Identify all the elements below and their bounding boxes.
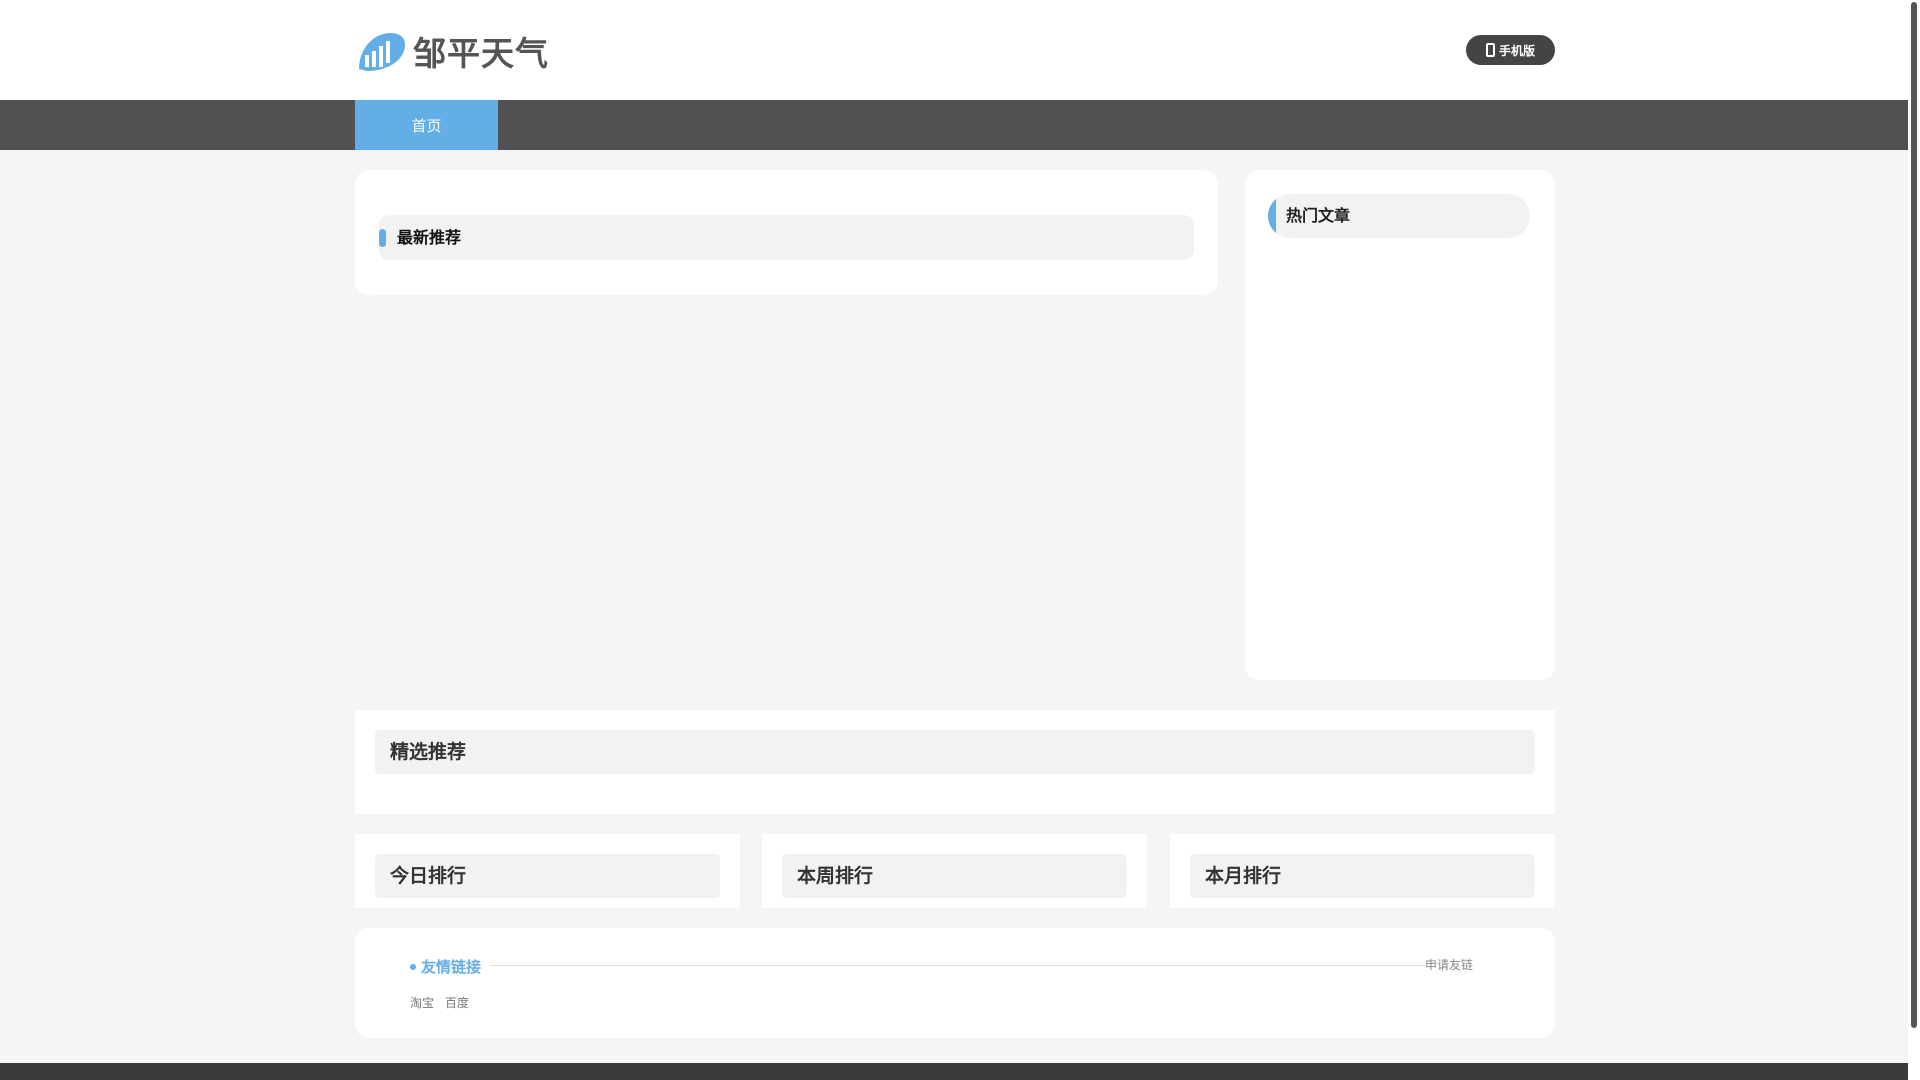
friend-links-list: 淘宝 百度 [410, 994, 469, 1011]
featured-header: 精选推荐 [375, 730, 1535, 774]
hot-header: 热门文章 [1268, 194, 1530, 238]
friend-link-taobao[interactable]: 淘宝 [410, 994, 434, 1011]
rank-month-section: 本月排行 [1170, 834, 1555, 908]
main-nav: 首页 [0, 100, 1908, 150]
latest-section: 最新推荐 [355, 170, 1218, 295]
rank-today-header: 今日排行 [375, 854, 720, 898]
featured-section: 精选推荐 [355, 710, 1555, 814]
nav-item-home[interactable]: 首页 [355, 100, 498, 150]
bullet-icon [410, 963, 416, 970]
mobile-version-button[interactable]: 手机版 [1466, 35, 1555, 65]
rank-today-title: 今日排行 [390, 865, 467, 887]
divider [490, 965, 1425, 966]
site-logo[interactable]: 邹平天气 [355, 29, 549, 73]
header: 邹平天气 手机版 [0, 0, 1908, 100]
site-name: 邹平天气 [413, 34, 549, 73]
latest-title: 最新推荐 [397, 228, 462, 247]
header-inner: 邹平天气 手机版 [355, 0, 1555, 100]
friend-links-section: 友情链接 申请友链 淘宝 百度 [355, 928, 1555, 1038]
rank-week-header: 本周排行 [782, 854, 1127, 898]
hot-articles-section: 热门文章 [1245, 170, 1555, 680]
footer [0, 1063, 1908, 1080]
friend-links-heading: 友情链接 [410, 956, 481, 977]
accent-mark [1268, 194, 1276, 238]
rank-today-section: 今日排行 [355, 834, 740, 908]
rank-week-section: 本周排行 [762, 834, 1147, 908]
apply-link-button[interactable]: 申请友链 [1425, 956, 1473, 973]
nav-inner: 首页 [355, 100, 1555, 150]
friend-links-title: 友情链接 [421, 958, 482, 976]
scrollbar-thumb[interactable] [1911, 2, 1917, 1028]
page: 邹平天气 手机版 首页 最新推荐 热门文章 精选推荐 今日排行 本周排行 本月排… [0, 0, 1908, 1080]
footer-text [0, 1073, 1908, 1080]
featured-title: 精选推荐 [390, 741, 467, 763]
hot-title: 热门文章 [1286, 206, 1351, 225]
rank-week-title: 本周排行 [797, 865, 874, 887]
rank-month-header: 本月排行 [1190, 854, 1535, 898]
logo-icon [359, 33, 405, 71]
friend-link-baidu[interactable]: 百度 [445, 994, 469, 1011]
page-scrollbar[interactable] [1908, 0, 1920, 1080]
mobile-version-label: 手机版 [1498, 43, 1535, 58]
latest-header: 最新推荐 [379, 215, 1194, 260]
rank-month-title: 本月排行 [1205, 865, 1282, 887]
phone-icon [1485, 43, 1495, 57]
accent-mark [379, 229, 386, 247]
